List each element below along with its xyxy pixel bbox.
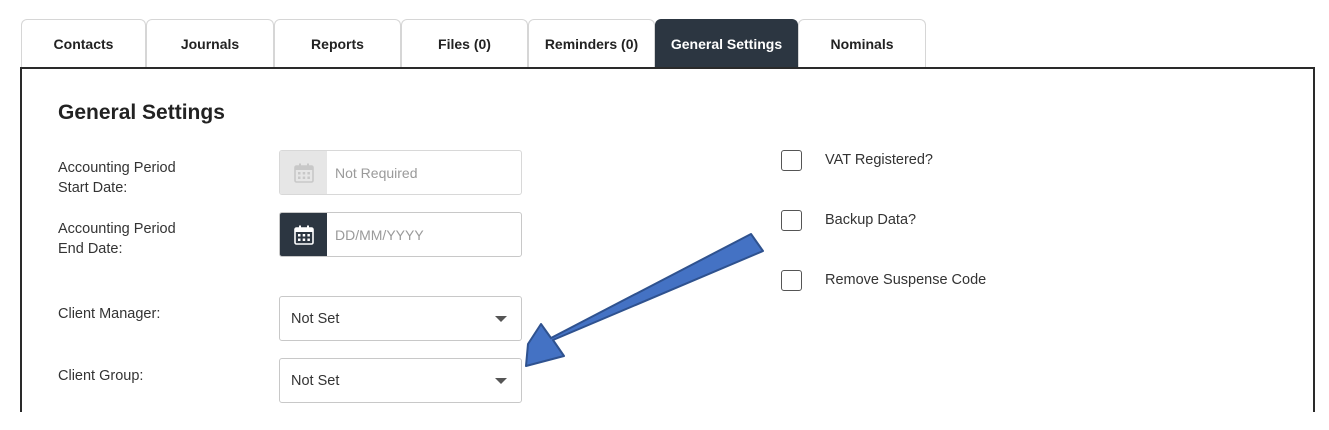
- client-manager-label: Client Manager:: [58, 306, 161, 322]
- end-date-field[interactable]: DD/MM/YYYY: [279, 212, 522, 257]
- client-group-select[interactable]: Not Set: [279, 358, 522, 403]
- client-group-label: Client Group:: [58, 368, 144, 384]
- backup-data-checkbox[interactable]: [781, 210, 802, 231]
- calendar-icon[interactable]: [280, 213, 327, 256]
- tab-files[interactable]: Files (0): [401, 19, 528, 67]
- vat-registered-label: VAT Registered?: [825, 152, 933, 168]
- caret-down-icon: [495, 377, 507, 384]
- tab-reports[interactable]: Reports: [274, 19, 401, 67]
- client-manager-value: Not Set: [291, 310, 340, 327]
- end-date-label: Accounting Period End Date:: [58, 221, 176, 257]
- section-title: General Settings: [58, 101, 225, 124]
- backup-data-label: Backup Data?: [825, 212, 917, 228]
- tab-nominals[interactable]: Nominals: [798, 19, 926, 67]
- remove-suspense-code-checkbox[interactable]: [781, 270, 802, 291]
- tab-journals[interactable]: Journals: [146, 19, 274, 67]
- start-date-label: Accounting Period Start Date:: [58, 160, 176, 196]
- client-group-value: Not Set: [291, 372, 340, 389]
- start-date-placeholder: Not Required: [335, 164, 418, 181]
- vat-registered-checkbox[interactable]: [781, 150, 802, 171]
- start-date-field: Not Required: [279, 150, 522, 195]
- end-date-placeholder: DD/MM/YYYY: [335, 226, 424, 243]
- remove-suspense-code-label: Remove Suspense Code: [825, 272, 987, 288]
- tab-general-settings[interactable]: General Settings: [655, 19, 798, 68]
- tab-reminders[interactable]: Reminders (0): [528, 19, 655, 67]
- caret-down-icon: [495, 315, 507, 322]
- tab-contacts[interactable]: Contacts: [21, 19, 146, 67]
- client-manager-select[interactable]: Not Set: [279, 296, 522, 341]
- calendar-icon: [280, 151, 327, 194]
